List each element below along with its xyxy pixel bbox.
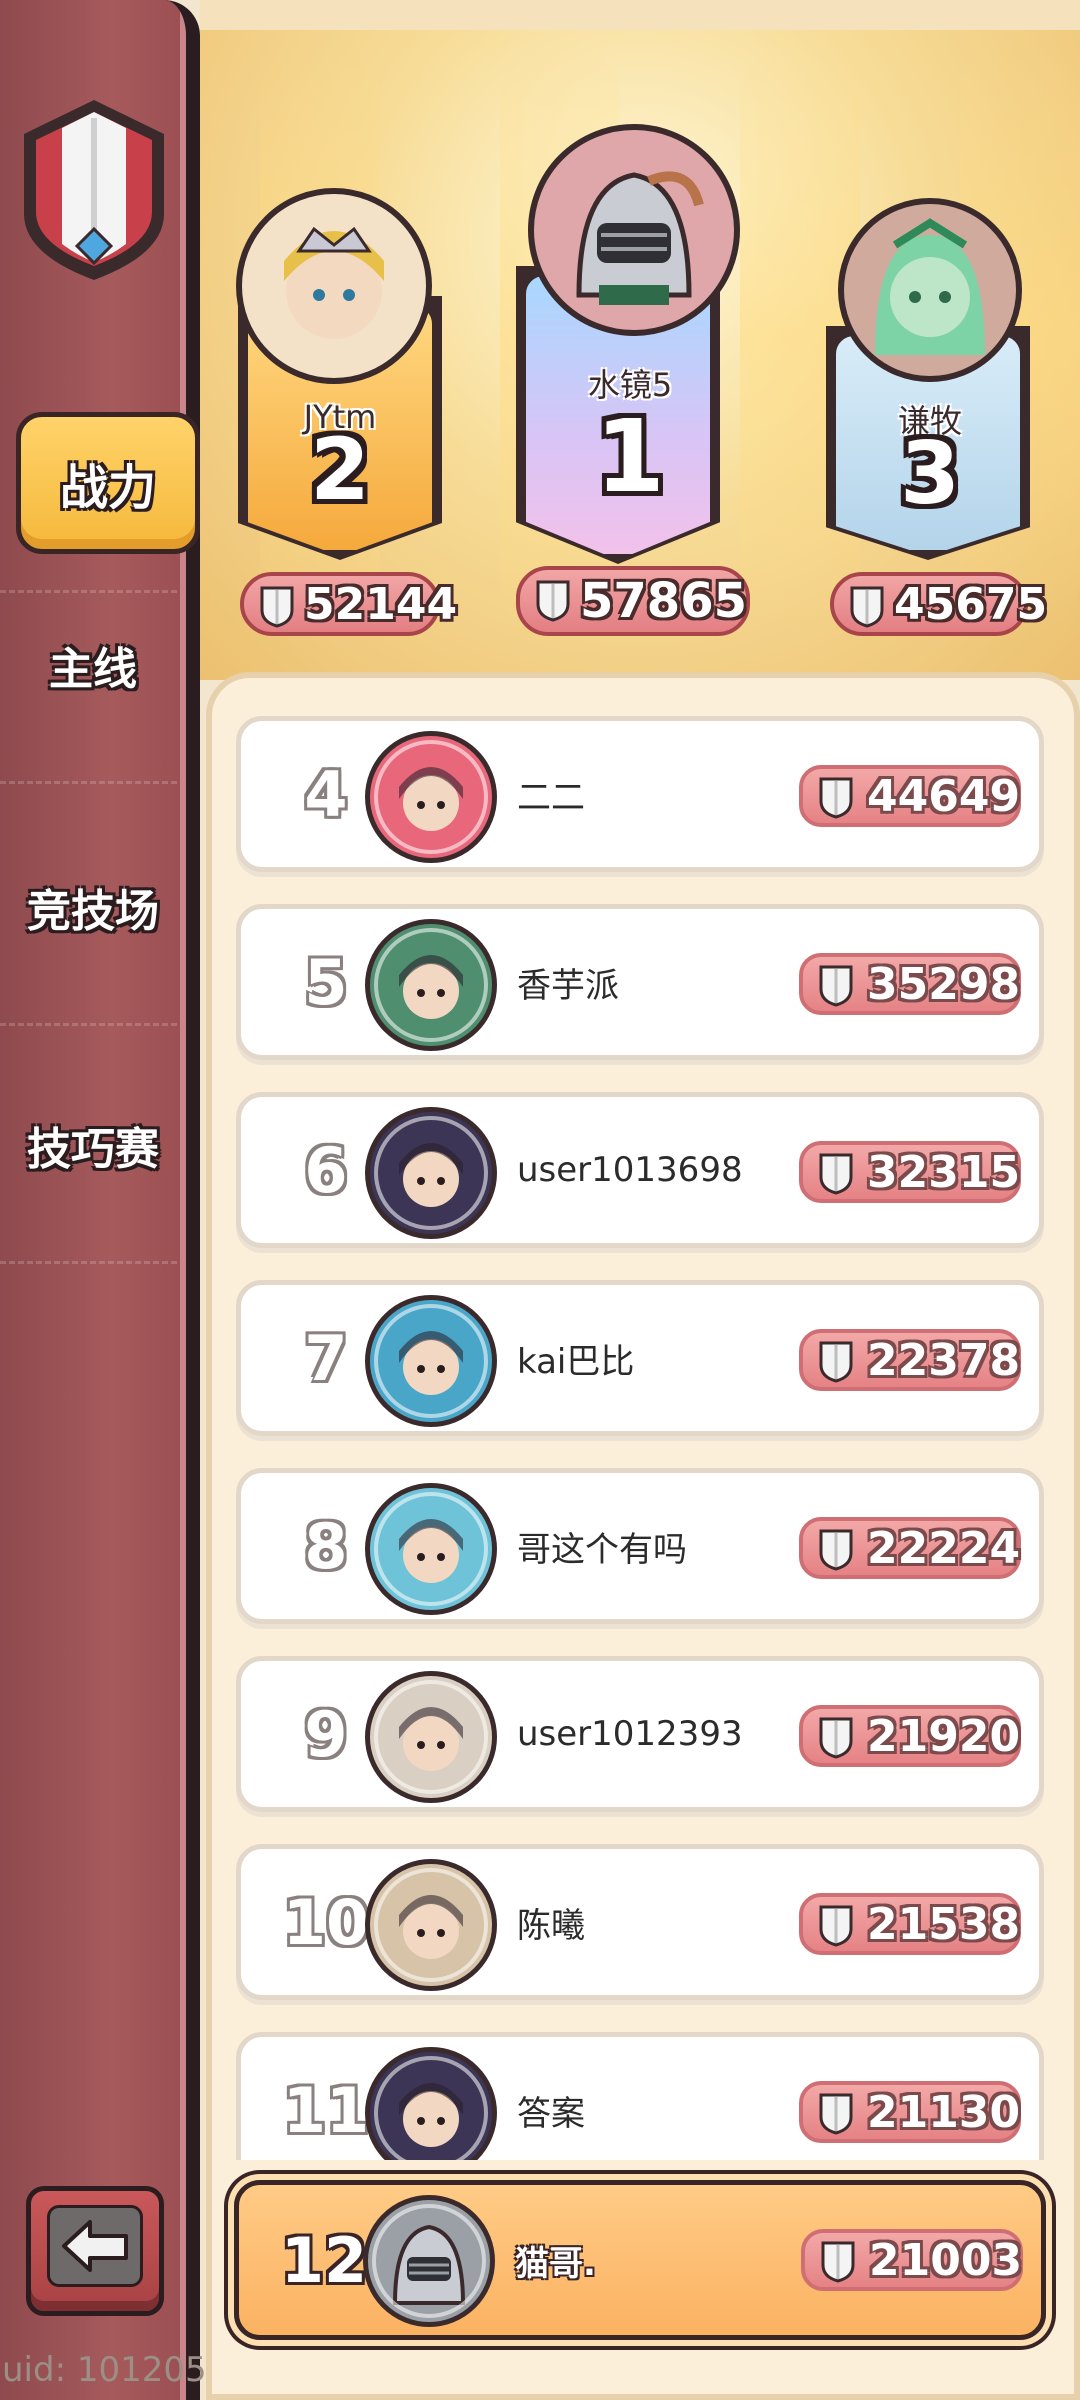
podium-power-third: 45675 — [830, 572, 1047, 636]
power-badge: 22378 — [799, 1329, 1021, 1391]
user-id-label: uid: 1012056 — [2, 2350, 229, 2390]
power-icon — [821, 2241, 855, 2283]
podium-power-second: 52144 — [240, 572, 457, 636]
sidebar-item-skill-contest[interactable]: 技巧赛 — [0, 1028, 186, 1264]
list-fade — [236, 2160, 1044, 2180]
back-button[interactable] — [26, 2186, 164, 2316]
sidebar-item-power[interactable]: 战力 — [16, 412, 200, 554]
power-value: 21920 — [867, 1710, 1021, 1762]
ranking-row[interactable]: 8 哥这个有吗 22224 — [236, 1468, 1044, 1624]
ranking-row[interactable]: 5 香芋派 35298 — [236, 904, 1044, 1060]
power-value: 21538 — [867, 1898, 1021, 1950]
player-avatar[interactable] — [365, 1483, 497, 1615]
player-name: 香芋派 — [517, 965, 619, 1006]
ranking-row[interactable]: 6 user1013698 32315 — [236, 1092, 1044, 1248]
power-badge: 22224 — [799, 1517, 1021, 1579]
player-name: 陈曦 — [517, 1905, 585, 1946]
power-value: 32315 — [867, 1146, 1021, 1198]
player-avatar[interactable] — [365, 1295, 497, 1427]
power-value: 44649 — [867, 770, 1021, 822]
player-name: 二二 — [517, 777, 585, 818]
podium-rank-second: 2 — [310, 420, 370, 520]
podium-power-first: 57865 — [516, 566, 750, 636]
podium-rank-third: 3 — [900, 424, 960, 524]
divider — [0, 590, 186, 593]
power-icon — [850, 586, 884, 628]
power-badge: 21920 — [799, 1705, 1021, 1767]
power-badge: 21003 — [801, 2229, 1023, 2291]
ranking-row[interactable]: 10 陈曦 21538 — [236, 1844, 1044, 2000]
power-badge: 21130 — [799, 2081, 1021, 2143]
my-rank-row[interactable]: 12 猫哥. 21003 — [234, 2180, 1046, 2340]
sidebar-item-mainline[interactable]: 主线 — [0, 548, 186, 784]
player-name: 猫哥. — [515, 2243, 596, 2284]
podium-power-value: 57865 — [580, 573, 747, 629]
player-avatar[interactable] — [365, 1671, 497, 1803]
ranking-row[interactable]: 9 user1012393 21920 — [236, 1656, 1044, 1812]
player-avatar[interactable] — [365, 1107, 497, 1239]
sidebar-item-arena[interactable]: 竞技场 — [0, 790, 186, 1026]
player-name: kai巴比 — [517, 1341, 635, 1382]
player-name: 哥这个有吗 — [517, 1529, 687, 1570]
sidebar: 主线 竞技场 技巧赛 — [0, 0, 200, 2400]
power-badge: 35298 — [799, 953, 1021, 1015]
back-arrow-icon — [47, 2205, 143, 2287]
power-value: 35298 — [867, 958, 1021, 1010]
power-icon — [260, 586, 294, 628]
player-avatar[interactable] — [365, 1859, 497, 1991]
podium-rank-first: 1 — [595, 398, 665, 515]
power-icon — [819, 1153, 853, 1195]
power-icon — [819, 1529, 853, 1571]
player-avatar[interactable] — [365, 919, 497, 1051]
power-value: 22378 — [867, 1334, 1021, 1386]
crowned-princess-avatar[interactable] — [236, 188, 432, 384]
power-icon — [819, 1905, 853, 1947]
power-badge: 21538 — [799, 1893, 1021, 1955]
ranking-row[interactable]: 7 kai巴比 22378 — [236, 1280, 1044, 1436]
power-value: 21003 — [869, 2234, 1023, 2286]
power-value: 21130 — [867, 2086, 1021, 2138]
header-strip — [200, 0, 1080, 30]
green-sorceress-avatar[interactable] — [838, 198, 1022, 382]
power-icon — [819, 1717, 853, 1759]
knight-helmet-avatar[interactable] — [528, 124, 740, 336]
power-value: 22224 — [867, 1522, 1021, 1574]
power-icon — [819, 1341, 853, 1383]
power-icon — [819, 777, 853, 819]
rank-emblem-icon — [14, 94, 174, 284]
power-icon — [819, 2093, 853, 2135]
podium-power-value: 52144 — [304, 578, 458, 630]
player-name: user1013698 — [517, 1150, 743, 1190]
podium-power-value: 45675 — [894, 578, 1048, 630]
power-badge: 32315 — [799, 1141, 1021, 1203]
power-icon — [819, 965, 853, 1007]
power-icon — [536, 580, 570, 622]
power-badge: 44649 — [799, 765, 1021, 827]
player-avatar[interactable] — [365, 731, 497, 863]
player-name: user1012393 — [517, 1714, 743, 1754]
knight-helmet-avatar[interactable] — [363, 2195, 495, 2327]
ranking-row[interactable]: 4 二二 44649 — [236, 716, 1044, 872]
